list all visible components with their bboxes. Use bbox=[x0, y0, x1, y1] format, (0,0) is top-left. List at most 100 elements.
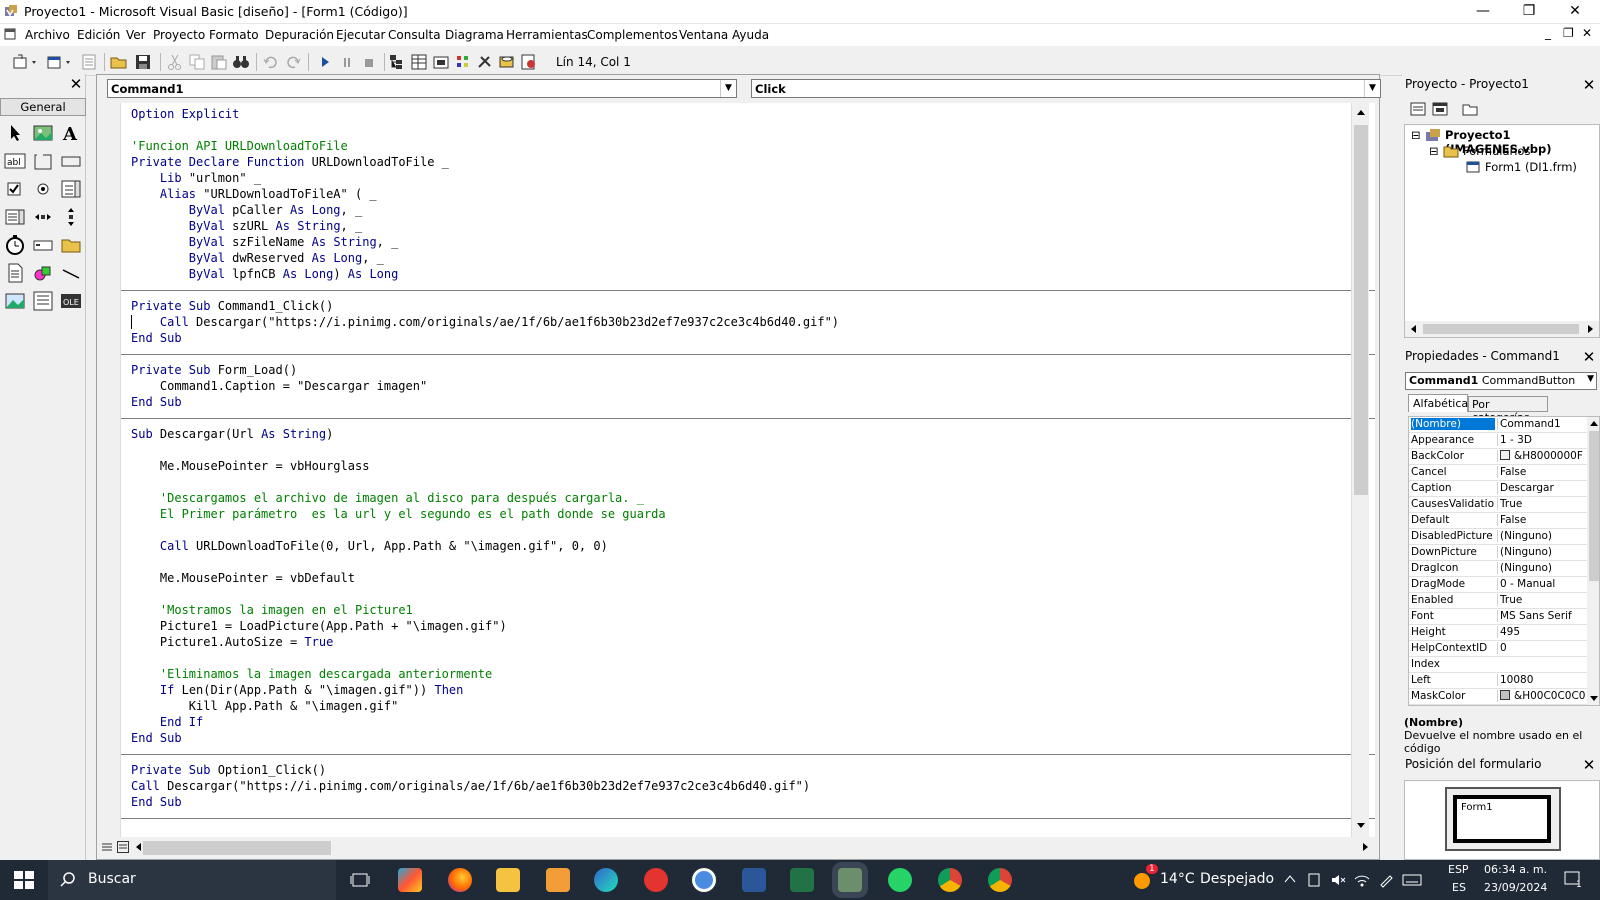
timer-tool-icon[interactable] bbox=[4, 234, 26, 256]
menu-edicion[interactable]: Edición bbox=[77, 28, 120, 42]
properties-combo-arrow-icon[interactable]: ▼ bbox=[1587, 374, 1594, 384]
property-row[interactable]: MaskColor &H00C0C0C0 bbox=[1409, 689, 1587, 705]
view-code-icon[interactable] bbox=[1410, 102, 1426, 116]
project-close-icon[interactable]: ✕ bbox=[1580, 76, 1598, 94]
toolbox-close-icon[interactable]: ✕ bbox=[68, 76, 84, 92]
code-line[interactable] bbox=[131, 554, 839, 570]
code-line[interactable]: ByVal dwReserved As Long, _ bbox=[131, 250, 839, 266]
firefox-icon[interactable] bbox=[448, 868, 472, 892]
menu-depuracion[interactable]: Depuración bbox=[265, 28, 334, 42]
clock-time[interactable]: 06:34 a. m. bbox=[1484, 863, 1547, 876]
combobox-tool-icon[interactable] bbox=[60, 178, 82, 200]
taskbar-search-box[interactable]: Buscar bbox=[48, 860, 336, 900]
property-value[interactable]: &H00C0C0C0 bbox=[1497, 690, 1587, 702]
excel-icon[interactable] bbox=[790, 868, 814, 892]
property-value[interactable]: (Ninguno) bbox=[1497, 530, 1587, 542]
scroll-down-icon[interactable] bbox=[1355, 821, 1367, 831]
properties-close-icon[interactable]: ✕ bbox=[1580, 348, 1598, 366]
code-line[interactable]: Private Declare Function URLDownloadToFi… bbox=[131, 154, 839, 170]
property-row[interactable]: Height 495 bbox=[1409, 625, 1587, 641]
code-line[interactable]: Me.MousePointer = vbHourglass bbox=[131, 458, 839, 474]
cut-icon[interactable] bbox=[166, 53, 184, 71]
data-tool-icon[interactable] bbox=[32, 290, 54, 312]
property-value[interactable]: MS Sans Serif bbox=[1497, 610, 1587, 622]
menu-editor-icon[interactable] bbox=[80, 53, 98, 71]
toolbox-icon[interactable] bbox=[476, 53, 494, 71]
code-line[interactable]: ByVal pCaller As Long, _ bbox=[131, 202, 839, 218]
property-value[interactable]: True bbox=[1497, 594, 1587, 606]
property-row[interactable]: Cancel False bbox=[1409, 465, 1587, 481]
property-value[interactable]: (Ninguno) bbox=[1497, 546, 1587, 558]
code-line[interactable]: Sub Descargar(Url As String) bbox=[131, 426, 839, 442]
property-row[interactable]: Default False bbox=[1409, 513, 1587, 529]
line-tool-icon[interactable] bbox=[60, 262, 82, 284]
shape-tool-icon[interactable] bbox=[32, 262, 54, 284]
code-line[interactable]: Picture1 = LoadPicture(App.Path + "\imag… bbox=[131, 618, 839, 634]
chromium-icon[interactable] bbox=[692, 868, 716, 892]
property-value[interactable]: 495 bbox=[1497, 626, 1587, 638]
media-player-icon[interactable] bbox=[546, 868, 570, 892]
menu-consulta[interactable]: Consulta bbox=[388, 28, 441, 42]
code-line[interactable] bbox=[131, 522, 839, 538]
file-explorer-icon[interactable] bbox=[496, 868, 520, 892]
redo-icon[interactable] bbox=[284, 53, 302, 71]
scroll-right-icon[interactable] bbox=[1361, 841, 1371, 853]
tree-toggle-folder[interactable]: ⊟ bbox=[1429, 144, 1439, 158]
scroll-up-icon[interactable] bbox=[1355, 107, 1367, 117]
run-icon[interactable] bbox=[316, 53, 334, 71]
property-value[interactable]: (Ninguno) bbox=[1497, 562, 1587, 574]
windows-start-icon[interactable] bbox=[14, 871, 34, 889]
code-line[interactable]: End Sub bbox=[131, 730, 839, 746]
data-view-icon[interactable] bbox=[498, 53, 516, 71]
project-hscrollbar[interactable] bbox=[1405, 321, 1599, 337]
code-line[interactable]: Alias "URLDownloadToFileA" ( _ bbox=[131, 186, 839, 202]
picturebox-tool-icon[interactable] bbox=[32, 122, 54, 144]
code-line[interactable]: Command1.Caption = "Descargar imagen" bbox=[131, 378, 839, 394]
vscrollbar-tool-icon[interactable] bbox=[60, 206, 82, 228]
property-value[interactable]: 10080 bbox=[1497, 674, 1587, 686]
property-row[interactable]: DragIcon (Ninguno) bbox=[1409, 561, 1587, 577]
code-editor[interactable]: Option Explicit 'Funcion API URLDownload… bbox=[121, 103, 1375, 837]
code-line[interactable]: End If bbox=[131, 714, 839, 730]
copy-icon[interactable] bbox=[188, 53, 206, 71]
menu-diagrama[interactable]: Diagrama bbox=[445, 28, 504, 42]
language-bottom[interactable]: ES bbox=[1452, 881, 1466, 894]
toggle-folders-icon[interactable] bbox=[1462, 102, 1478, 116]
code-line[interactable]: El Primer parámetro es la url y el segun… bbox=[131, 506, 839, 522]
code-line[interactable] bbox=[131, 442, 839, 458]
minimize-button[interactable]: — bbox=[1460, 0, 1506, 24]
form1-preview[interactable]: Form1 bbox=[1453, 795, 1551, 843]
code-vscroll-thumb[interactable] bbox=[1354, 125, 1368, 495]
edge-icon[interactable] bbox=[594, 868, 618, 892]
property-row[interactable]: BackColor &H8000000F bbox=[1409, 449, 1587, 465]
procedure-combo[interactable]: Click ▼ bbox=[751, 79, 1381, 98]
code-line[interactable]: Private Sub Command1_Click() bbox=[131, 298, 839, 314]
keyboard-icon[interactable] bbox=[1402, 872, 1422, 888]
dirlistbox-tool-icon[interactable] bbox=[60, 234, 82, 256]
mdi-close-button[interactable]: ✕ bbox=[1582, 26, 1592, 40]
scroll-left-icon[interactable] bbox=[133, 841, 143, 853]
menu-ver[interactable]: Ver bbox=[126, 28, 146, 42]
property-row[interactable]: Index bbox=[1409, 657, 1587, 673]
property-row[interactable]: Enabled True bbox=[1409, 593, 1587, 609]
copilot-icon[interactable] bbox=[398, 868, 422, 892]
checkbox-tool-icon[interactable] bbox=[4, 178, 26, 200]
form-layout-close-icon[interactable]: ✕ bbox=[1580, 756, 1598, 774]
code-line[interactable]: Call Descargar("https://i.pinimg.com/ori… bbox=[131, 314, 839, 330]
tree-toggle-root[interactable]: ⊟ bbox=[1411, 128, 1421, 142]
chrome-profile-a-icon[interactable] bbox=[938, 868, 962, 892]
code-line[interactable]: End Sub bbox=[131, 794, 839, 810]
property-row[interactable]: DownPicture (Ninguno) bbox=[1409, 545, 1587, 561]
task-view-icon[interactable] bbox=[348, 868, 372, 892]
drivelistbox-tool-icon[interactable] bbox=[32, 234, 54, 256]
properties-vscrollbar[interactable] bbox=[1587, 417, 1599, 705]
clock-date[interactable]: 23/09/2024 bbox=[1484, 881, 1547, 894]
object-combo-dropdown-icon[interactable]: ▼ bbox=[720, 80, 736, 97]
chrome-profile-b-icon[interactable] bbox=[988, 868, 1012, 892]
code-line[interactable]: Private Sub Option1_Click() bbox=[131, 762, 839, 778]
code-line[interactable]: ByVal lpfnCB As Long) As Long bbox=[131, 266, 839, 282]
code-line[interactable]: Option Explicit bbox=[131, 106, 839, 122]
paste-icon[interactable] bbox=[210, 53, 228, 71]
hscrollbar-tool-icon[interactable] bbox=[32, 206, 54, 228]
code-text[interactable]: Option Explicit 'Funcion API URLDownload… bbox=[131, 106, 839, 810]
